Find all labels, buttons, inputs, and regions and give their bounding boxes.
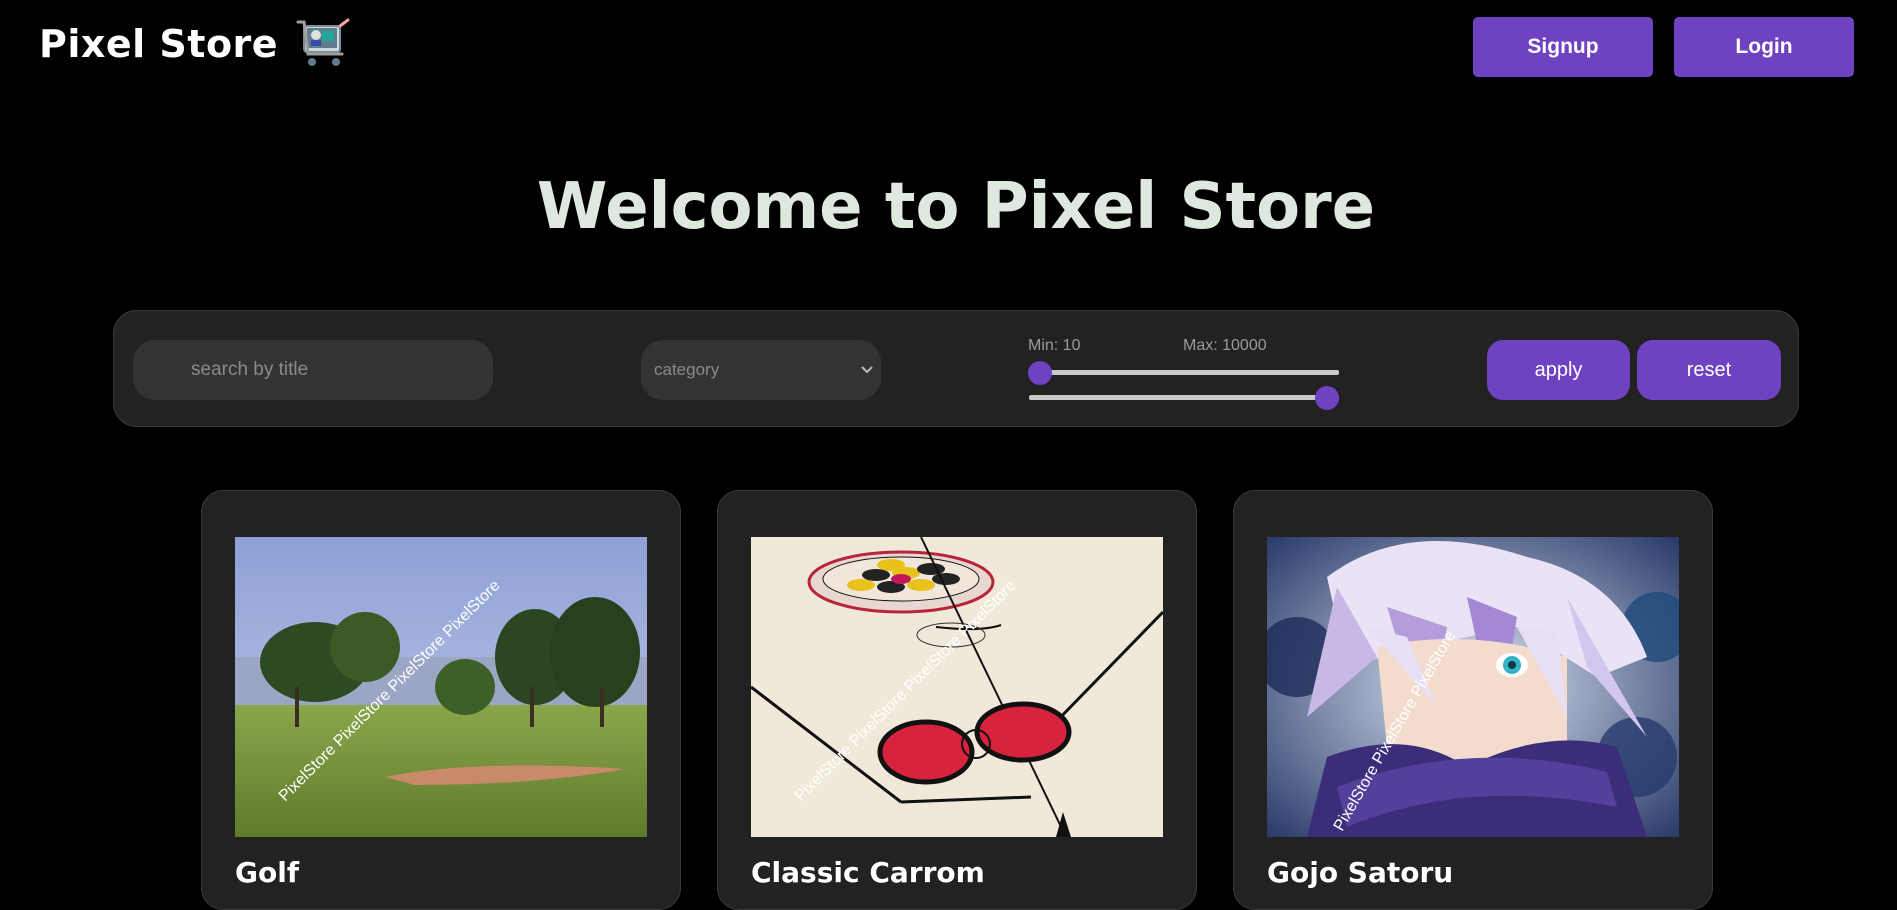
shopping-cart-icon <box>296 18 350 66</box>
product-card[interactable]: PixelStore PixelStore PixelStore PixelSt… <box>717 490 1197 910</box>
brand-title: Pixel Store <box>39 22 279 66</box>
product-image[interactable]: PixelStore PixelStore PixelStore <box>1267 537 1679 837</box>
max-price-slider-thumb[interactable] <box>1315 386 1339 410</box>
golf-course-photo: PixelStore PixelStore PixelStore PixelSt… <box>235 537 647 837</box>
product-card[interactable]: PixelStore PixelStore PixelStore Gojo Sa… <box>1233 490 1713 910</box>
max-price-slider[interactable] <box>1029 395 1339 400</box>
product-card[interactable]: PixelStore PixelStore PixelStore PixelSt… <box>201 490 681 910</box>
max-price-label: Max: 10000 <box>1183 337 1267 354</box>
apply-button[interactable]: apply <box>1487 340 1630 400</box>
product-title: Golf <box>235 856 299 889</box>
category-value: category <box>654 360 720 379</box>
product-image[interactable]: PixelStore PixelStore PixelStore PixelSt… <box>751 537 1163 837</box>
brand[interactable]: Pixel Store <box>39 18 350 70</box>
product-title: Gojo Satoru <box>1267 856 1454 889</box>
search-input[interactable] <box>133 340 493 400</box>
reset-button[interactable]: reset <box>1637 340 1781 400</box>
min-price-label: Min: 10 <box>1028 337 1081 354</box>
site-header: Pixel Store Signup Login <box>0 0 1897 95</box>
anime-character-illustration: PixelStore PixelStore PixelStore <box>1267 537 1679 837</box>
product-title: Classic Carrom <box>751 856 985 889</box>
min-price-slider[interactable] <box>1029 370 1339 375</box>
login-button[interactable]: Login <box>1674 17 1854 77</box>
min-price-slider-thumb[interactable] <box>1028 361 1052 385</box>
product-image[interactable]: PixelStore PixelStore PixelStore PixelSt… <box>235 537 647 837</box>
filter-bar: category Min: 10 Max: 10000 apply reset <box>113 310 1799 427</box>
category-select[interactable]: category <box>641 340 881 400</box>
chevron-down-icon <box>861 366 873 374</box>
page-title: Welcome to Pixel Store <box>536 170 1376 244</box>
signup-button[interactable]: Signup <box>1473 17 1653 77</box>
carrom-board-photo: PixelStore PixelStore PixelStore PixelSt… <box>751 537 1163 837</box>
